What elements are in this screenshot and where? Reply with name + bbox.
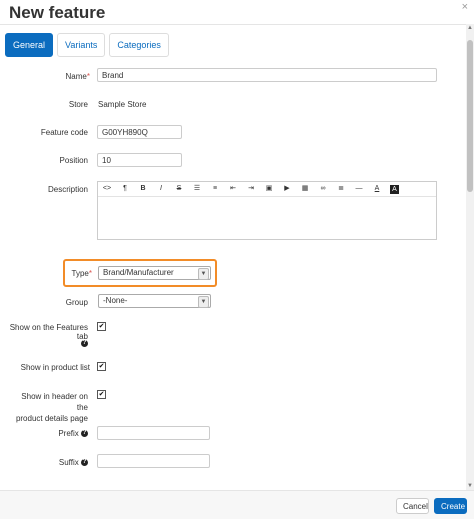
horizontal-rule-icon[interactable]: —: [350, 182, 368, 196]
show-features-tab-label: Show on the Features tab: [9, 323, 88, 341]
group-select[interactable]: -None- ▼: [98, 294, 211, 308]
code-icon[interactable]: <>: [98, 182, 116, 196]
required-mark: *: [88, 269, 92, 278]
tab-bar: General Variants Categories: [5, 33, 169, 57]
position-label: Position: [59, 156, 88, 165]
dialog-title: New feature: [9, 3, 106, 22]
name-input[interactable]: [97, 68, 437, 82]
suffix-input[interactable]: [97, 454, 210, 468]
feature-code-input[interactable]: [97, 125, 182, 139]
suffix-label: Suffix ?: [58, 458, 88, 467]
description-label: Description: [47, 185, 88, 194]
font-color-icon[interactable]: A: [368, 182, 386, 196]
prefix-label: Prefix ?: [58, 429, 88, 438]
tab-general[interactable]: General: [5, 33, 54, 57]
scroll-down-icon[interactable]: ▼: [466, 482, 474, 490]
title-divider: [0, 24, 466, 25]
type-select[interactable]: Brand/Manufacturer ▼: [98, 266, 211, 280]
type-selected-value: Brand/Manufacturer: [103, 268, 174, 277]
show-header-label: Show in header on the product details pa…: [15, 392, 88, 423]
position-input[interactable]: [97, 153, 182, 167]
store-label: Store: [68, 100, 88, 109]
background-color-icon[interactable]: A: [390, 184, 399, 194]
strikethrough-icon[interactable]: S: [170, 182, 188, 196]
help-icon[interactable]: ?: [81, 430, 88, 438]
bold-icon[interactable]: B: [134, 182, 152, 196]
description-editor[interactable]: <> ¶ B I S ☰ ≡ ⇤ ⇥ ▣ ▶ ▦ ∞ ≣ — A A: [97, 181, 437, 240]
dialog-footer: Cancel Create: [0, 490, 474, 519]
paragraph-icon[interactable]: ¶: [116, 182, 134, 196]
show-header-checkbox[interactable]: ✔: [97, 390, 106, 399]
chevron-down-icon: ▼: [198, 268, 209, 280]
link-icon[interactable]: ∞: [314, 182, 332, 196]
new-feature-dialog: New feature × General Variants Categorie…: [0, 0, 474, 519]
editor-toolbar: <> ¶ B I S ☰ ≡ ⇤ ⇥ ▣ ▶ ▦ ∞ ≣ — A A: [98, 182, 436, 197]
ordered-list-icon[interactable]: ≡: [206, 182, 224, 196]
group-selected-value: -None-: [103, 296, 128, 305]
chevron-down-icon: ▼: [198, 296, 209, 308]
tab-variants[interactable]: Variants: [57, 33, 106, 57]
name-label: Name*: [65, 72, 90, 81]
cancel-button[interactable]: Cancel: [396, 498, 429, 514]
outdent-icon[interactable]: ⇤: [224, 182, 242, 196]
video-icon[interactable]: ▶: [278, 182, 296, 196]
store-value: Sample Store: [98, 100, 147, 109]
show-product-list-checkbox[interactable]: ✔: [97, 362, 106, 371]
group-label: Group: [65, 298, 88, 307]
type-label: Type*: [71, 269, 92, 278]
show-features-tab-checkbox[interactable]: ✔: [97, 322, 106, 331]
unordered-list-icon[interactable]: ☰: [188, 182, 206, 196]
show-product-list-label: Show in product list: [20, 363, 90, 372]
help-icon[interactable]: ?: [81, 459, 88, 467]
create-button[interactable]: Create: [434, 498, 467, 514]
tab-categories[interactable]: Categories: [109, 33, 169, 57]
prefix-input[interactable]: [97, 426, 210, 440]
table-icon[interactable]: ▦: [296, 182, 314, 196]
align-icon[interactable]: ≣: [332, 182, 350, 196]
scrollbar[interactable]: ▲ ▼: [466, 24, 474, 490]
help-icon[interactable]: ?: [81, 335, 88, 353]
italic-icon[interactable]: I: [152, 182, 170, 196]
scroll-thumb[interactable]: [467, 40, 473, 192]
close-icon[interactable]: ×: [462, 1, 468, 13]
scroll-up-icon[interactable]: ▲: [466, 24, 474, 32]
required-mark: *: [86, 72, 90, 81]
indent-icon[interactable]: ⇥: [242, 182, 260, 196]
feature-code-label: Feature code: [40, 128, 88, 137]
image-icon[interactable]: ▣: [260, 182, 278, 196]
